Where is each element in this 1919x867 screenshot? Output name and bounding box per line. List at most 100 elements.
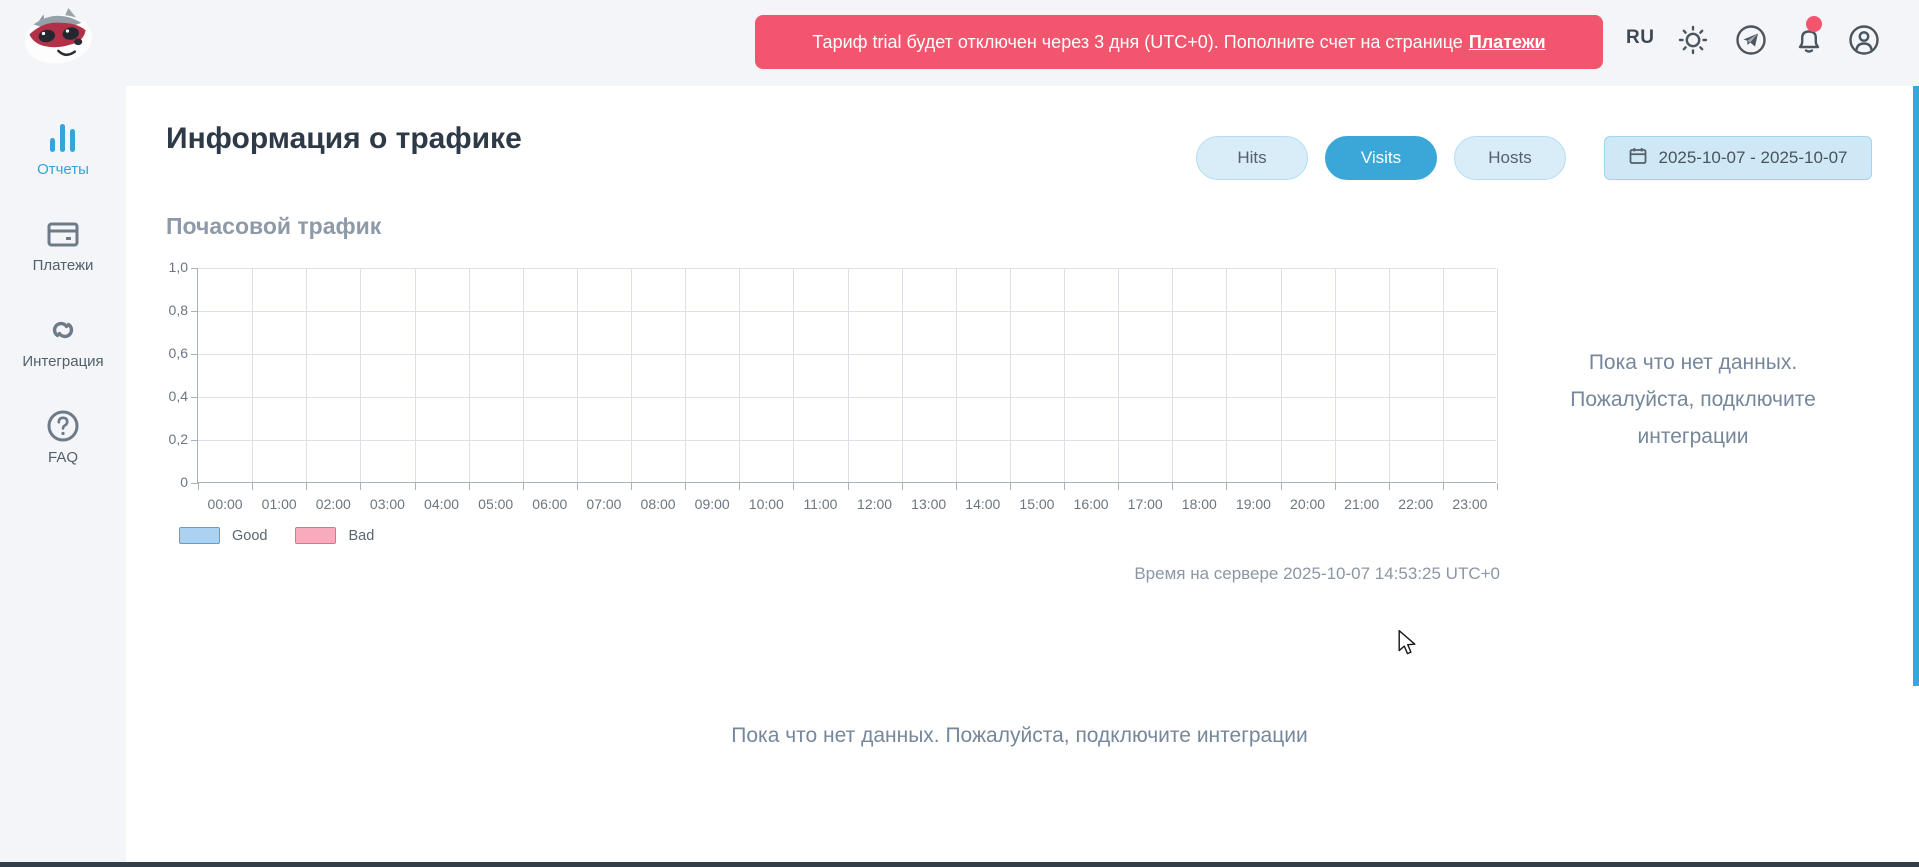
x-tick-label: 15:00 (1010, 496, 1064, 512)
tab-visits[interactable]: Visits (1325, 136, 1437, 180)
sidebar-item-label: Платежи (33, 257, 94, 274)
x-tick-label: 07:00 (577, 496, 631, 512)
sidebar-item-faq[interactable]: FAQ (0, 406, 126, 486)
x-axis-tick (1281, 483, 1282, 490)
x-axis-tick (739, 483, 740, 490)
legend-swatch (295, 527, 336, 544)
gridline-v (523, 268, 524, 482)
x-tick-label: 23:00 (1443, 496, 1497, 512)
y-tick-label: 0,6 (134, 345, 188, 361)
gridline-v (1443, 268, 1444, 482)
gridline-v (631, 268, 632, 482)
legend-label: Bad (348, 528, 374, 544)
x-axis-tick (848, 483, 849, 490)
profile-icon (1847, 44, 1881, 61)
x-axis-tick (1389, 483, 1390, 490)
x-tick-label: 09:00 (685, 496, 739, 512)
profile-button[interactable] (1847, 23, 1881, 57)
sun-icon (1676, 44, 1710, 61)
x-tick-label: 22:00 (1389, 496, 1443, 512)
x-tick-label: 10:00 (739, 496, 793, 512)
mouse-cursor (1396, 630, 1418, 656)
notification-dot (1806, 16, 1822, 32)
dashboard-page: Тариф trial будет отключен через 3 дня (… (0, 0, 1919, 867)
gridline-v (360, 268, 361, 482)
x-axis-tick (306, 483, 307, 490)
gridline-v (902, 268, 903, 482)
y-axis-tick (191, 354, 198, 355)
x-tick-label: 11:00 (793, 496, 847, 512)
gridline-v (1497, 268, 1498, 482)
x-tick-label: 06:00 (523, 496, 577, 512)
y-axis-tick (191, 440, 198, 441)
sidebar-item-payments[interactable]: Платежи (0, 214, 126, 294)
x-tick-label: 18:00 (1172, 496, 1226, 512)
x-axis-tick (523, 483, 524, 490)
gridline-v (252, 268, 253, 482)
payments-link[interactable]: Платежи (1469, 32, 1546, 53)
gridline-v (1172, 268, 1173, 482)
y-tick-label: 0,2 (134, 431, 188, 447)
gridline-v (685, 268, 686, 482)
y-axis-tick (191, 397, 198, 398)
sidebar-item-label: Интеграция (22, 353, 103, 370)
tab-hosts[interactable]: Hosts (1454, 136, 1566, 180)
date-range-picker[interactable]: 2025-10-07 - 2025-10-07 (1604, 136, 1872, 180)
server-time: Время на сервере 2025-10-07 14:53:25 UTC… (1134, 564, 1500, 584)
sidebar-item-reports[interactable]: Отчеты (0, 118, 126, 198)
y-tick-label: 1,0 (134, 259, 188, 275)
window-bottom-edge (0, 862, 1919, 867)
x-tick-label: 21:00 (1335, 496, 1389, 512)
x-axis-tick (1497, 483, 1498, 490)
x-tick-label: 14:00 (956, 496, 1010, 512)
gridline-v (1281, 268, 1282, 482)
legend-label: Good (232, 528, 267, 544)
telegram-button[interactable] (1734, 23, 1768, 57)
x-axis-tick (1443, 483, 1444, 490)
x-axis-tick (1226, 483, 1227, 490)
x-axis-tick (956, 483, 957, 490)
y-tick-label: 0,4 (134, 388, 188, 404)
x-axis-tick (577, 483, 578, 490)
y-tick-label: 0,8 (134, 302, 188, 318)
gridline-v (469, 268, 470, 482)
x-tick-label: 00:00 (198, 496, 252, 512)
x-axis-tick (1172, 483, 1173, 490)
gridline-v (956, 268, 957, 482)
question-circle-icon (45, 406, 81, 446)
chart-title: Почасовой трафик (166, 213, 381, 240)
gridline-v (577, 268, 578, 482)
logo[interactable] (14, 3, 106, 69)
link-icon (45, 310, 81, 350)
page-title: Информация о трафике (166, 122, 522, 156)
tab-hits[interactable]: Hits (1196, 136, 1308, 180)
x-tick-label: 16:00 (1064, 496, 1118, 512)
x-axis-tick (631, 483, 632, 490)
gridline-v (1335, 268, 1336, 482)
calendar-icon (1628, 146, 1648, 171)
gridline-v (1064, 268, 1065, 482)
y-axis-tick (191, 483, 198, 484)
bar-chart-icon (45, 118, 81, 158)
x-axis-tick (1118, 483, 1119, 490)
chart-legend: Good Bad (179, 527, 374, 544)
traffic-metric-tabs: Hits Visits Hosts (1196, 136, 1566, 180)
gridline-v (739, 268, 740, 482)
gridline-v (793, 268, 794, 482)
trial-banner: Тариф trial будет отключен через 3 дня (… (755, 15, 1603, 69)
sidebar-item-integration[interactable]: Интеграция (0, 310, 126, 390)
x-tick-label: 08:00 (631, 496, 685, 512)
x-axis-tick (1064, 483, 1065, 490)
telegram-icon (1734, 44, 1768, 61)
x-axis-tick (360, 483, 361, 490)
y-tick-label: 0 (134, 474, 188, 490)
vertical-scrollbar-thumb[interactable] (1913, 86, 1919, 686)
gridline-v (1389, 268, 1390, 482)
credit-card-icon (45, 214, 81, 254)
x-axis-tick (685, 483, 686, 490)
language-selector[interactable]: RU (1626, 27, 1670, 49)
legend-swatch (179, 527, 220, 544)
theme-toggle-button[interactable] (1676, 23, 1710, 57)
hourly-traffic-chart: 00:0001:0002:0003:0004:0005:0006:0007:00… (197, 268, 1496, 483)
x-tick-label: 19:00 (1226, 496, 1280, 512)
